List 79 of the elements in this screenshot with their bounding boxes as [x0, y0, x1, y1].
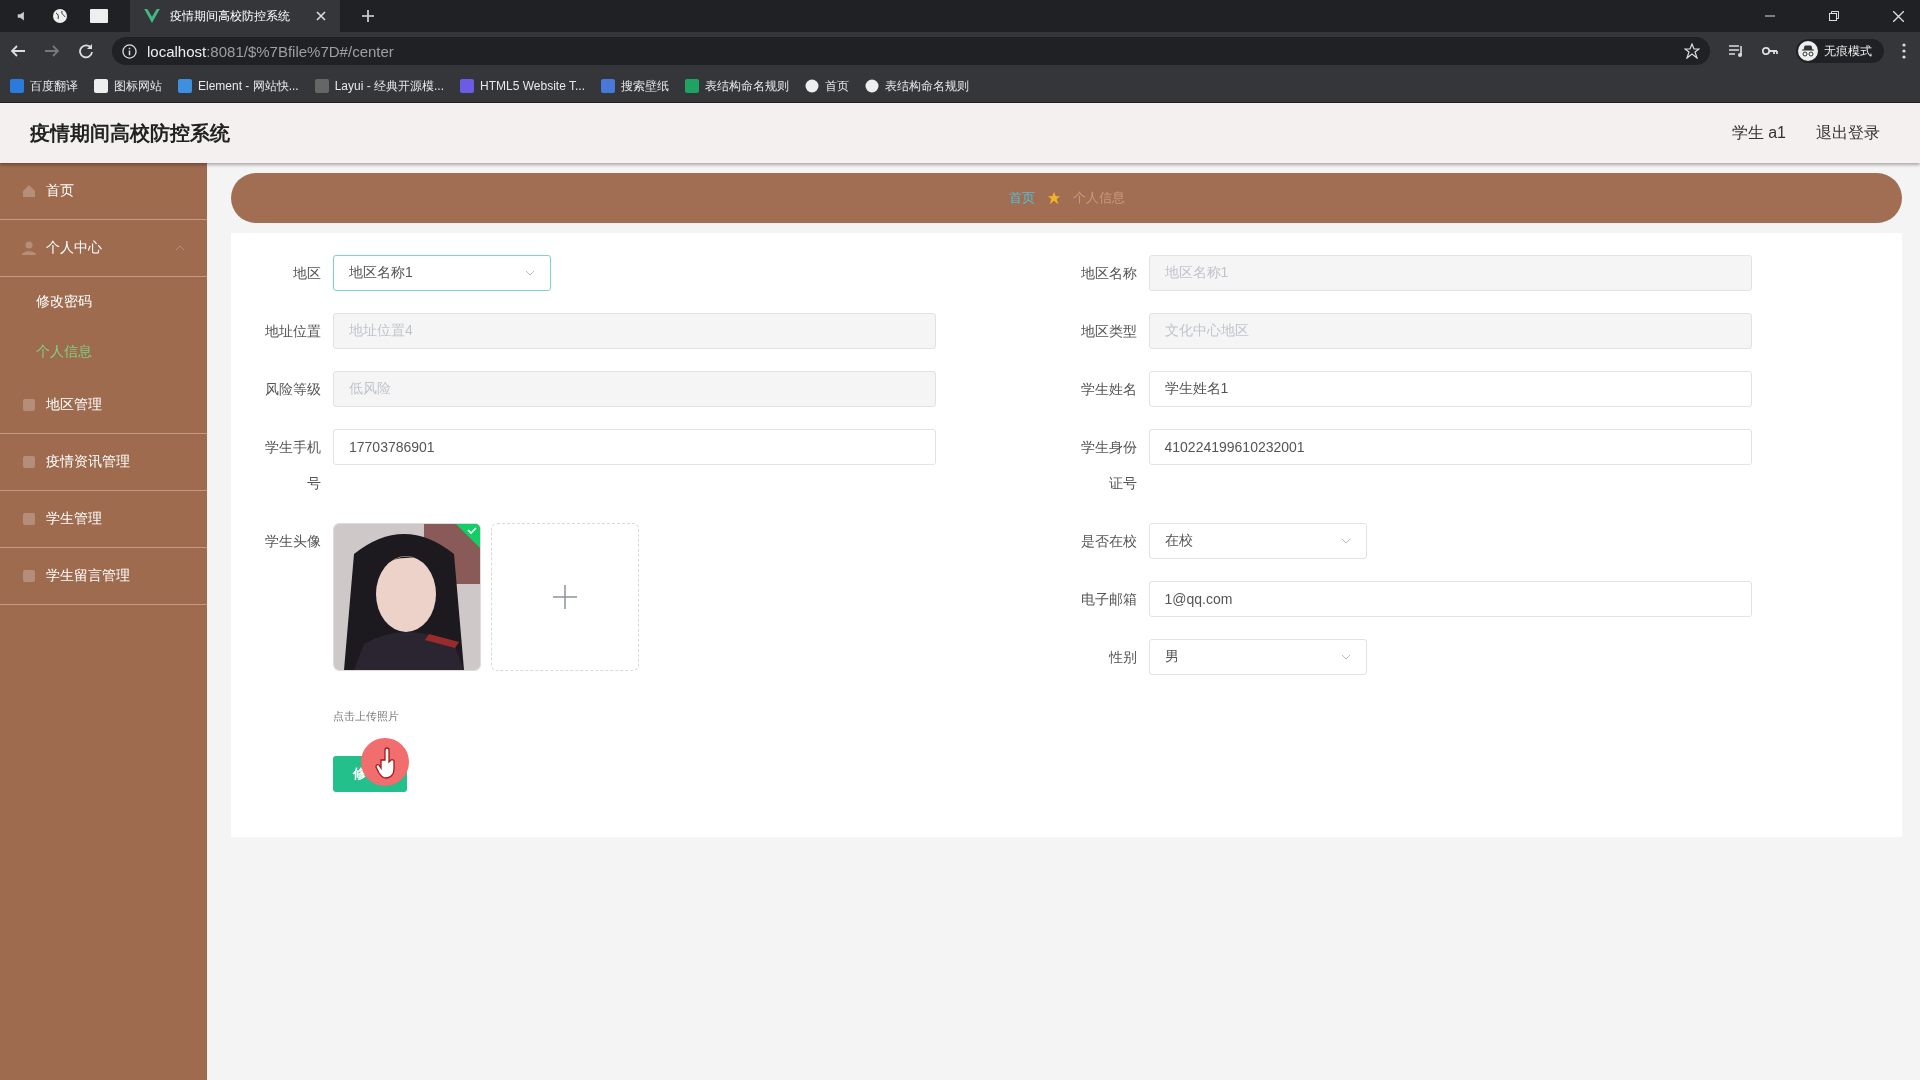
address-bar[interactable]: localhost:8081/$%7Bfile%7D#/center [112, 37, 1710, 65]
user-name: 学生 a1 [1731, 122, 1786, 143]
browser-tab[interactable]: 疫情期间高校防控系统 [130, 0, 340, 32]
app-title: 疫情期间高校防控系统 [30, 120, 230, 146]
chevron-icon [175, 245, 185, 251]
bookmark[interactable]: 图标网站 [94, 77, 162, 95]
restore-icon[interactable] [1829, 11, 1839, 21]
field-label: 地区 [292, 264, 321, 283]
menu-item-icon [22, 241, 36, 255]
select-field[interactable]: 在校 [1148, 523, 1367, 559]
bookmark-icon [10, 79, 24, 93]
field-label: 地址位置 [264, 322, 321, 341]
sidebar-subitem[interactable]: 修改密码 [0, 277, 207, 327]
sidebar-item[interactable]: 地区管理 [0, 377, 207, 434]
bookmark[interactable]: 搜索壁纸 [601, 77, 669, 95]
chevron-icon [1340, 538, 1351, 544]
select-field[interactable]: 男 [1148, 639, 1367, 675]
menu-item-icon [22, 569, 36, 583]
logout-link[interactable]: 退出登录 [1816, 122, 1880, 144]
field-label: 是否在校 [1079, 532, 1137, 551]
star-icon [1046, 191, 1061, 205]
bookmark[interactable]: Layui - 经典开源模... [314, 77, 445, 95]
menu-item-icon [22, 455, 36, 469]
bookmark-icon [460, 79, 475, 93]
forward-icon[interactable] [44, 43, 60, 59]
bookmark[interactable]: 表结构命名规则 [865, 77, 969, 95]
field-label: 学生姓名 [1079, 380, 1137, 399]
sidebar-item[interactable]: 疫情资讯管理 [0, 434, 207, 491]
bookmark-icon [685, 79, 699, 93]
menu-icon[interactable] [1902, 43, 1906, 59]
close-icon[interactable] [316, 11, 326, 21]
bookmark[interactable]: 百度翻译 [10, 77, 78, 95]
playlist-icon[interactable] [1728, 43, 1744, 59]
info-icon [122, 43, 137, 59]
input-field[interactable]: 410224199610232001 [1148, 429, 1752, 465]
star-icon[interactable] [1684, 43, 1700, 59]
chevron-icon [1340, 654, 1351, 660]
bookmark-icon [94, 79, 108, 93]
key-icon[interactable] [1762, 46, 1778, 56]
tab-title: 疫情期间高校防控系统 [170, 7, 291, 25]
url-text: localhost:8081/$%7Bfile%7D#/center [147, 42, 394, 60]
plus-icon [553, 585, 577, 609]
bookmark-icon [601, 79, 615, 93]
upload-hint: 点击上传照片 [333, 709, 400, 724]
back-icon[interactable] [10, 43, 26, 59]
bookmark[interactable]: 表结构命名规则 [685, 77, 789, 95]
incognito-button[interactable]: 无痕模式 [1796, 39, 1884, 63]
chevron-icon [525, 270, 535, 276]
field-label: 风险等级 [264, 380, 321, 399]
field-label: 电子邮箱 [1079, 590, 1137, 609]
menu-item-icon [22, 512, 36, 526]
sidebar-item[interactable]: 个人中心 [0, 220, 207, 277]
bookmark[interactable]: 首页 [805, 77, 849, 95]
menu-item-icon [22, 184, 36, 198]
bookmark[interactable]: Element - 网站快... [178, 77, 299, 95]
input-field[interactable]: 学生姓名1 [1148, 371, 1752, 407]
bookmark-icon [178, 79, 192, 93]
field-label: 地区类型 [1079, 322, 1137, 341]
bookmark-icon [314, 79, 329, 93]
field-label: 性别 [1107, 648, 1137, 667]
reload-icon[interactable] [78, 43, 94, 59]
field-label: 学生头像 [264, 532, 321, 551]
input-field[interactable]: 17703786901 [333, 429, 936, 465]
bookmark-icon [805, 79, 819, 93]
field-label: 学生身份证号 [1079, 438, 1137, 493]
bookmark[interactable]: HTML5 Website T... [460, 79, 585, 93]
field-label: 地区名称 [1079, 264, 1137, 283]
close-icon[interactable] [1893, 10, 1904, 22]
menu-item-icon [22, 398, 36, 412]
bookmark-icon [865, 79, 879, 93]
sidebar-item[interactable]: 首页 [0, 163, 207, 220]
incognito-icon [1798, 41, 1818, 61]
sidebar-item[interactable]: 学生留言管理 [0, 548, 207, 605]
globe-icon[interactable] [52, 8, 68, 24]
input-field[interactable]: 1@qq.com [1148, 581, 1752, 617]
sidebar-item[interactable]: 学生管理 [0, 491, 207, 548]
field-label: 学生手机号 [264, 438, 321, 493]
new-tab-icon[interactable] [362, 10, 374, 22]
select-field[interactable]: 地区名称1 [333, 255, 551, 291]
